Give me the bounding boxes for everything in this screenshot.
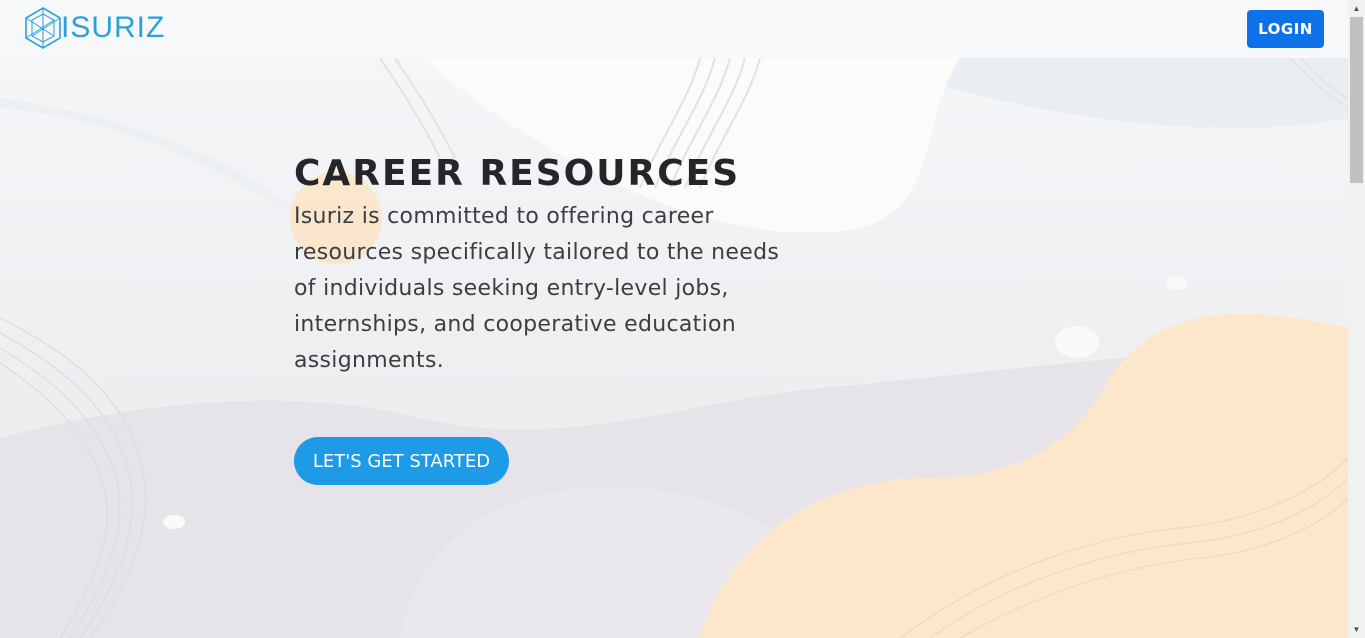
- brand-logo[interactable]: ISURIZ: [23, 6, 165, 50]
- page-scrollbar[interactable]: ▲ ▼: [1348, 0, 1365, 638]
- get-started-button[interactable]: LET'S GET STARTED: [294, 437, 509, 485]
- hexagon-logo-icon: [25, 7, 61, 49]
- triangle-up-icon[interactable]: ▲: [1348, 0, 1365, 17]
- scrollbar-thumb[interactable]: [1350, 17, 1363, 183]
- hero-content: CAREER RESOURCES Isuriz is committed to …: [294, 153, 784, 379]
- login-button[interactable]: LOGIN: [1247, 10, 1324, 48]
- hero-section: CAREER RESOURCES Isuriz is committed to …: [0, 58, 1348, 638]
- page-title: CAREER RESOURCES: [294, 153, 741, 194]
- triangle-down-icon[interactable]: ▼: [1348, 621, 1365, 638]
- brand-name: ISURIZ: [61, 11, 166, 44]
- hero-description: Isuriz is committed to offering career r…: [294, 204, 780, 373]
- top-navbar: ISURIZ LOGIN: [0, 0, 1348, 58]
